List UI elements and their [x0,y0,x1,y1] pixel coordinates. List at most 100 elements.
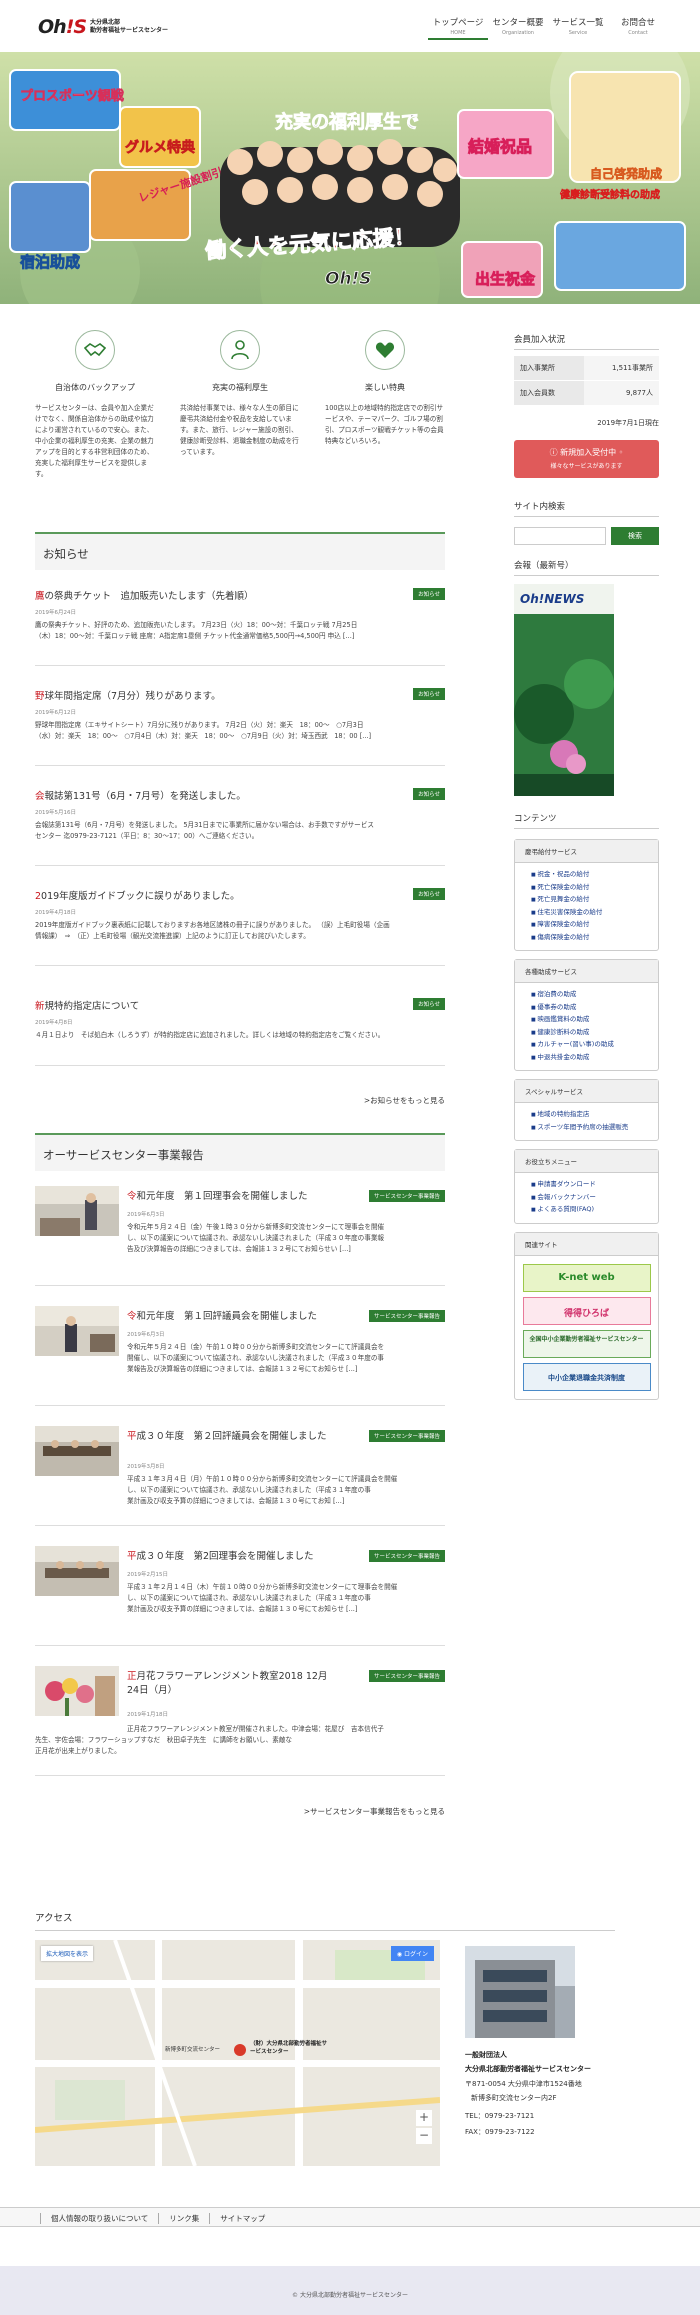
related-link-tokutoku[interactable]: 得得ひろば [522,1296,651,1325]
magazine-cover[interactable]: Oh!NEWS [514,584,614,796]
report-thumbnail[interactable] [35,1306,119,1356]
report-item[interactable]: 平成３０年度 第2回理事会を開催しました サービスセンター事業報告 2019年2… [35,1546,445,1646]
menu-link[interactable]: 住宅災害保険金の給付 [531,907,658,920]
report-item[interactable]: 令和元年度 第１回理事会を開催しました サービスセンター事業報告 2019年6月… [35,1186,445,1286]
news-title[interactable]: 野球年間指定席（7月分）残りがあります。 [35,688,445,702]
menu-link[interactable]: 傷病保険金の給付 [531,932,658,945]
member-status-date: 2019年7月1日現在 [597,419,659,427]
user-icon: ◉ [396,1951,404,1958]
lightbulb-icon: ◦ [616,448,624,457]
menu-link[interactable]: 死亡見舞金の給付 [531,894,658,907]
news-item[interactable]: 会報誌第131号（6月・7月号）を発送しました。 お知らせ 2019年5月16日… [35,788,445,866]
report-title[interactable]: 令和元年度 第１回理事会を開催しました [127,1190,337,1204]
menu-link[interactable]: 祝金・祝品の給付 [531,869,658,882]
map-marker-label: （財）大分県北部勤労者福祉サービスセンター [250,2041,328,2055]
news-title[interactable]: 新規特約指定店について [35,998,445,1012]
menu-box-title: 慶弔給付サービス [515,840,658,863]
search-button[interactable]: 検索 [611,527,659,545]
hero-brand: Oh!S [325,269,372,289]
hero-banner-sports: プロスポーツ観戦 [20,88,125,104]
nav-organization[interactable]: センター概要 Organization [488,16,548,40]
news-date: 2019年6月24日 [35,610,76,616]
news-section-title: お知らせ [35,532,445,570]
news-title[interactable]: 鷹の祭典チケット 追加販売いたします（先着順） [35,588,445,602]
site-logo[interactable]: Oh!S 大分県北部 勤労者福祉サービスセンター [38,16,168,38]
hero-banner-health: 健康診断受診料の助成 [560,188,660,201]
footer-link-sitemap[interactable]: サイトマップ [209,2213,275,2224]
footer-link-links[interactable]: リンク集 [158,2213,209,2224]
access-section: アクセス 拡大地図を表示 ◉ ログイン （財）大分県北部勤労者福祉サービスセンタ… [35,1910,665,2166]
menu-link[interactable]: 会報バックナンバー [531,1192,658,1205]
nav-service[interactable]: サービス一覧 Service [548,16,608,40]
menu-box-useful: お役立ちメニュー 申請書ダウンロード 会報バックナンバー よくある質問(FAQ) [514,1149,659,1224]
report-thumbnail[interactable] [35,1186,119,1236]
menu-box-title: 各種助成サービス [515,960,658,983]
join-button[interactable]: ⓘ 新規加入受付中 ◦ 様々なサービスがあります [514,440,659,478]
heart-icon [365,330,405,370]
report-thumbnail[interactable] [35,1426,119,1476]
menu-link[interactable]: 障害保険金の給付 [531,919,658,932]
report-title[interactable]: 正月花フラワーアレンジメント教室2018 12月24日（月） [127,1670,337,1698]
logo-subtitle: 大分県北部 勤労者福祉サービスセンター [90,19,169,34]
menu-link[interactable]: 優事券の助成 [531,1002,658,1015]
zoom-in-button[interactable]: + [416,2110,432,2126]
member-status-title: 会員加入状況 [514,333,659,350]
hero-banner-stay: 宿泊助成 [20,253,80,271]
news-date: 2019年4月8日 [35,1020,73,1026]
menu-link[interactable]: スポーツ年間予約席の抽選販売 [531,1122,658,1135]
map-login-button[interactable]: ◉ ログイン [390,1946,434,1961]
features: 自治体のバックアップ サービスセンターは、会員や加入企業だけでなく、関係自治体か… [35,330,445,510]
access-map[interactable]: 拡大地図を表示 ◉ ログイン （財）大分県北部勤労者福祉サービスセンター 新博多… [35,1940,440,2166]
report-item[interactable]: 令和元年度 第１回評議員会を開催しました サービスセンター事業報告 2019年6… [35,1306,445,1406]
news-title[interactable]: 2019年度版ガイドブックに誤りがありました。 [35,888,445,902]
info-icon: ⓘ [549,448,561,457]
menu-link[interactable]: 健康診断料の助成 [531,1027,658,1040]
related-link-chutaikyo[interactable]: 中小企業退職金共済制度 [522,1362,651,1391]
news-item[interactable]: 鷹の祭典チケット 追加販売いたします（先着順） お知らせ 2019年6月24日 … [35,588,445,666]
hero-banner-self-dev: 自己啓発助成 [590,166,662,181]
footer-nav: 個人情報の取り扱いについて リンク集 サイトマップ [0,2207,700,2227]
related-sites-title: 関連サイト [515,1232,658,1256]
menu-link[interactable]: カルチャー(習い事)の助成 [531,1039,658,1052]
report-title[interactable]: 平成３０年度 第２回評議員会を開催しました [127,1430,337,1444]
menu-link[interactable]: 映画鑑賞料の助成 [531,1014,658,1027]
zoom-out-button[interactable]: − [416,2128,432,2144]
menu-link[interactable]: 宿泊費の助成 [531,989,658,1002]
hero-banner-wedding: 結婚祝品 [468,137,532,156]
menu-link[interactable]: 地域の特約指定店 [531,1109,658,1122]
nav-contact[interactable]: お問合せ Contact [608,16,668,40]
menu-link[interactable]: よくある質問(FAQ) [531,1204,658,1217]
hero-illustration: プロスポーツ観戦 グルメ特典 レジャー施設割引 宿泊助成 充実の福利厚生で 働く… [0,52,700,304]
report-section-title: オーサービスセンター事業報告 [35,1133,445,1171]
news-badge: お知らせ [413,998,445,1010]
menu-link[interactable]: 中退共掛金の助成 [531,1052,658,1065]
news-title[interactable]: 会報誌第131号（6月・7月号）を発送しました。 [35,788,445,802]
report-title[interactable]: 令和元年度 第１回評議員会を開催しました [127,1310,337,1324]
nav-home[interactable]: トップページ HOME [428,16,488,40]
footer-link-privacy[interactable]: 個人情報の取り扱いについて [40,2213,158,2224]
report-more-link[interactable]: >サービスセンター事業報告をもっと見る [304,1806,445,1817]
report-date: 2019年2月15日 [127,1572,168,1578]
report-item[interactable]: 平成３０年度 第２回評議員会を開催しました サービスセンター事業報告 2019年… [35,1426,445,1526]
report-badge: サービスセンター事業報告 [368,1550,445,1562]
news-badge: お知らせ [413,888,445,900]
news-item[interactable]: 野球年間指定席（7月分）残りがあります。 お知らせ 2019年6月12日 野球年… [35,688,445,766]
related-link-knet[interactable]: K-net web [522,1263,651,1292]
news-badge: お知らせ [413,588,445,600]
menu-link[interactable]: 死亡保険金の給付 [531,882,658,895]
map-enlarge-button[interactable]: 拡大地図を表示 [41,1946,94,1961]
menu-box-subsidy: 各種助成サービス 宿泊費の助成 優事券の助成 映画鑑賞料の助成 健康診断料の助成… [514,959,659,1071]
search-input[interactable] [514,527,606,545]
table-row: 加入会員数 9,877人 [514,380,659,406]
menu-link[interactable]: 申請書ダウンロード [531,1179,658,1192]
news-more-link[interactable]: >お知らせをもっと見る [364,1095,445,1106]
related-link-national[interactable]: 全国中小企業勤労者福祉サービスセンター [522,1329,651,1358]
news-item[interactable]: 2019年度版ガイドブックに誤りがありました。 お知らせ 2019年4月18日 … [35,888,445,966]
report-thumbnail[interactable] [35,1666,119,1716]
report-title[interactable]: 平成３０年度 第2回理事会を開催しました [127,1550,337,1564]
news-badge: お知らせ [413,788,445,800]
news-item[interactable]: 新規特約指定店について お知らせ 2019年4月8日 ４月１日より そば処白木（… [35,998,445,1066]
report-thumbnail[interactable] [35,1546,119,1596]
report-item[interactable]: 正月花フラワーアレンジメント教室2018 12月24日（月） サービスセンター事… [35,1666,445,1776]
menu-box-special: スペシャルサービス 地域の特約指定店 スポーツ年間予約席の抽選販売 [514,1079,659,1141]
